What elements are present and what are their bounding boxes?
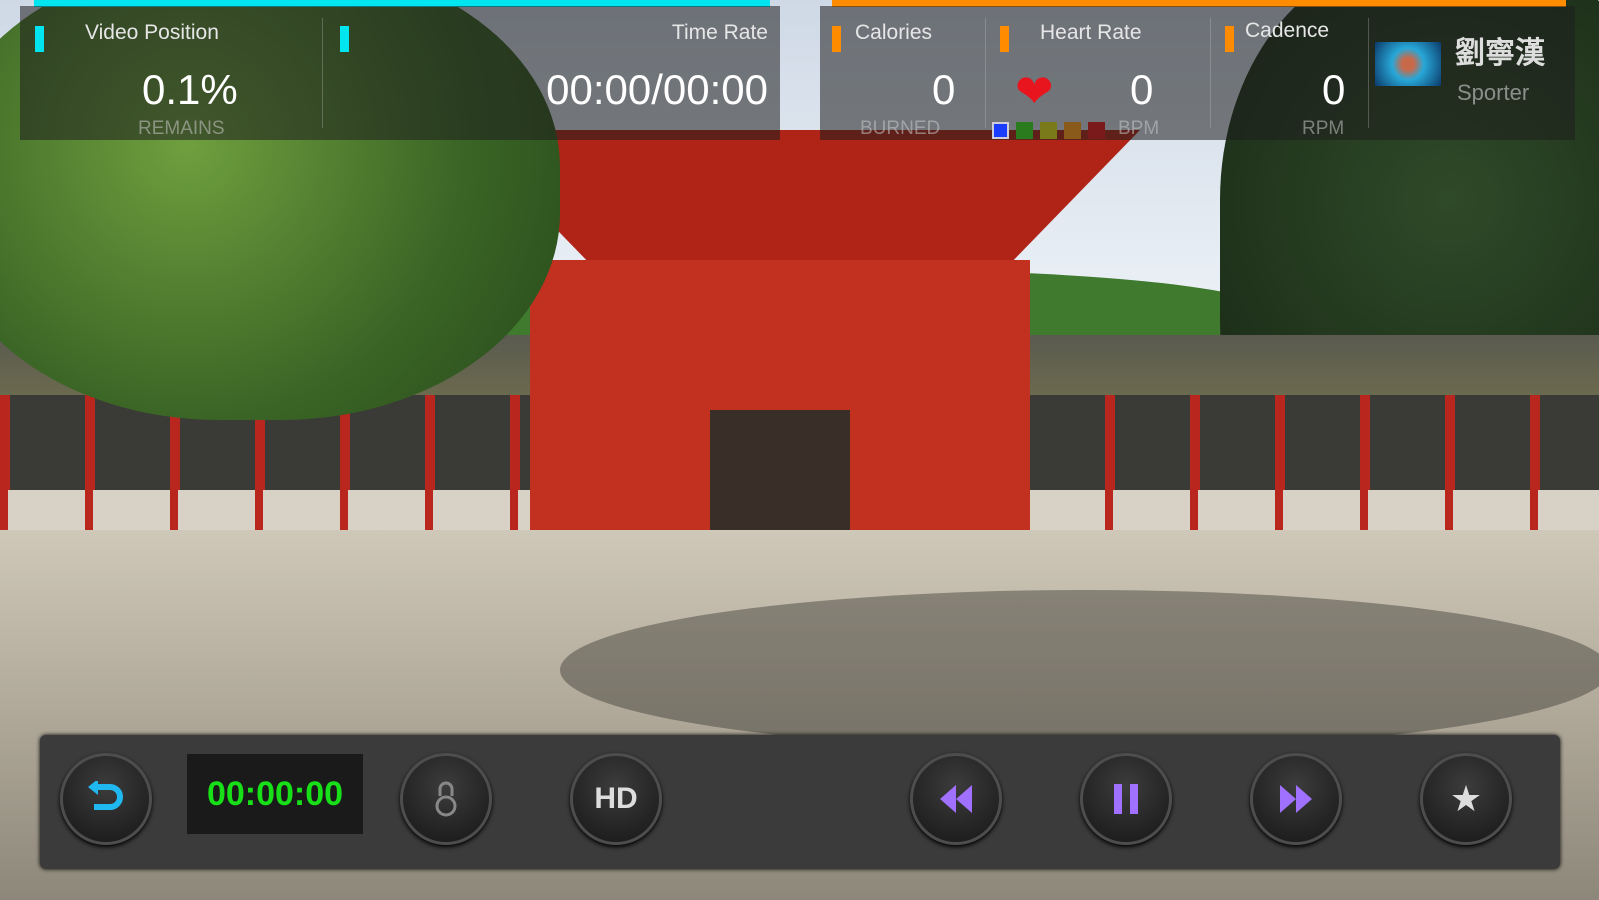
fast-forward-button[interactable]: [1250, 753, 1342, 845]
marker: [832, 26, 841, 52]
hd-button[interactable]: HD: [570, 753, 662, 845]
time-rate-value: 00:00/00:00: [546, 66, 768, 113]
calories-value: 0: [932, 66, 956, 113]
stats-panel-right: Calories 0 BURNED Heart Rate ❤ 0 BPM Cad…: [820, 6, 1575, 140]
marker: [1225, 26, 1234, 52]
video-position-label: Video Position: [85, 21, 219, 44]
pause-button[interactable]: [1080, 753, 1172, 845]
lock-icon: [435, 781, 457, 817]
user-role: Sporter: [1457, 80, 1530, 105]
user-name: 劉寧漢: [1455, 37, 1545, 70]
rewind-icon: [940, 785, 972, 813]
heart-rate-value: 0: [1130, 66, 1154, 113]
lock-button[interactable]: [400, 753, 492, 845]
pause-icon: [1114, 784, 1138, 814]
time-rate-label: Time Rate: [671, 21, 768, 44]
favorite-button[interactable]: ★: [1420, 753, 1512, 845]
heart-rate-unit: BPM: [1118, 118, 1160, 139]
heart-rate-label: Heart Rate: [1040, 21, 1142, 44]
cadence-label: Cadence: [1245, 19, 1330, 42]
hr-zone-4: [1064, 122, 1081, 139]
hr-zone-1: [992, 122, 1009, 139]
elapsed-time: 00:00:00: [187, 754, 363, 834]
back-button[interactable]: [60, 753, 152, 845]
video-position-value: 0.1%: [142, 66, 238, 113]
rewind-button[interactable]: [910, 753, 1002, 845]
stats-panel-left: Video Position 0.1% REMAINS Time Rate 00…: [20, 6, 780, 140]
hr-zone-5: [1088, 122, 1105, 139]
cadence-unit: RPM: [1302, 118, 1345, 139]
cadence-value: 0: [1322, 66, 1346, 113]
marker: [1000, 26, 1009, 52]
avatar[interactable]: [1375, 42, 1441, 86]
calories-unit: BURNED: [860, 118, 941, 139]
control-bar: 00:00:00 HD ★: [40, 735, 1560, 869]
hr-zone-3: [1040, 122, 1057, 139]
marker: [340, 26, 349, 52]
hr-zone-2: [1016, 122, 1033, 139]
back-icon: [88, 781, 123, 810]
fast-forward-icon: [1280, 785, 1312, 813]
star-icon: ★: [1449, 778, 1483, 819]
calories-label: Calories: [855, 21, 933, 44]
heart-icon: ❤: [1015, 65, 1054, 117]
marker: [35, 26, 44, 52]
video-position-unit: REMAINS: [138, 118, 225, 139]
